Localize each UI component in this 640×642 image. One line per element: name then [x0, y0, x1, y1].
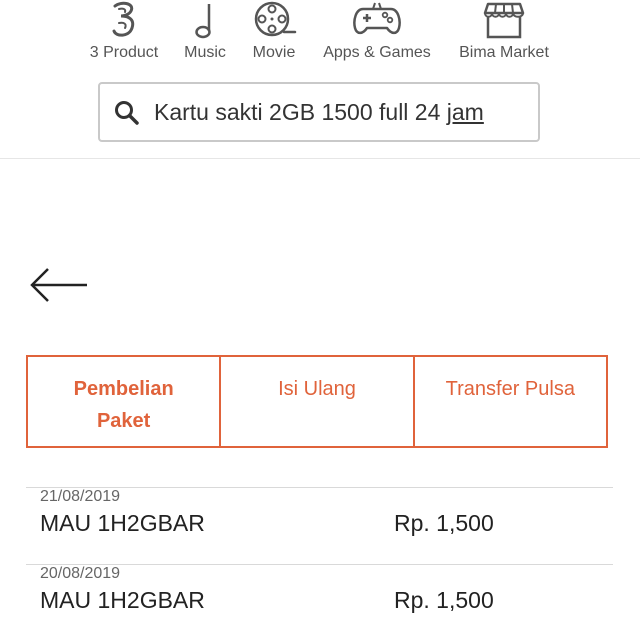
transaction-amount: Rp. 1,500 [394, 587, 494, 613]
search-value-main: Kartu sakti 2GB 1500 full 24 [154, 99, 447, 125]
tab-label: Isi Ulang [278, 378, 356, 400]
search-icon [115, 101, 139, 125]
history-tabs: Pembelian Paket Isi Ulang Transfer Pulsa [26, 355, 608, 448]
search-value: Kartu sakti 2GB 1500 full 24 jam [154, 99, 484, 126]
store-icon [483, 2, 525, 39]
transaction-name: MAU 1H2GBAR [40, 510, 205, 536]
gamepad-icon [353, 2, 401, 35]
transaction-date: 21/08/2019 [40, 488, 121, 505]
nav-label: Movie [252, 44, 296, 61]
nav-label: Apps & Games [323, 44, 431, 61]
tab-pembelian-paket[interactable]: Pembelian Paket [26, 355, 222, 448]
three-logo-icon [112, 1, 135, 37]
nav-item-apps-games[interactable]: Apps & Games [318, 0, 436, 62]
nav-label: 3 Product [89, 44, 159, 61]
tab-label: Transfer Pulsa [445, 378, 575, 400]
transaction-date: 20/08/2019 [40, 565, 121, 582]
nav-item-movie[interactable]: Movie [246, 0, 302, 62]
transaction-row[interactable]: 20/08/2019 MAU 1H2GBAR Rp. 1,500 [26, 564, 613, 642]
transaction-name: MAU 1H2GBAR [40, 587, 205, 613]
nav-item-3-product[interactable]: 3 Product [84, 0, 164, 62]
nav-label: Bima Market [459, 44, 549, 61]
nav-item-music[interactable]: Music [176, 0, 234, 62]
back-arrow-icon[interactable] [30, 266, 90, 306]
transaction-amount: Rp. 1,500 [394, 510, 494, 536]
tab-isi-ulang[interactable]: Isi Ulang [219, 355, 415, 448]
search-input[interactable]: Kartu sakti 2GB 1500 full 24 jam [98, 82, 540, 142]
category-nav: 3 Product Music Movie Apps & Games Bima … [0, 0, 640, 70]
music-note-icon [195, 4, 211, 39]
nav-item-bima-market[interactable]: Bima Market [454, 0, 554, 62]
film-reel-icon [254, 1, 297, 37]
search-value-underlined: jam [446, 99, 484, 125]
transaction-row[interactable]: 21/08/2019 MAU 1H2GBAR Rp. 1,500 [26, 487, 613, 565]
header-divider [0, 158, 640, 159]
nav-label: Music [184, 44, 226, 61]
tab-transfer-pulsa[interactable]: Transfer Pulsa [412, 355, 608, 448]
tab-label: Pembelian Paket [73, 378, 174, 432]
